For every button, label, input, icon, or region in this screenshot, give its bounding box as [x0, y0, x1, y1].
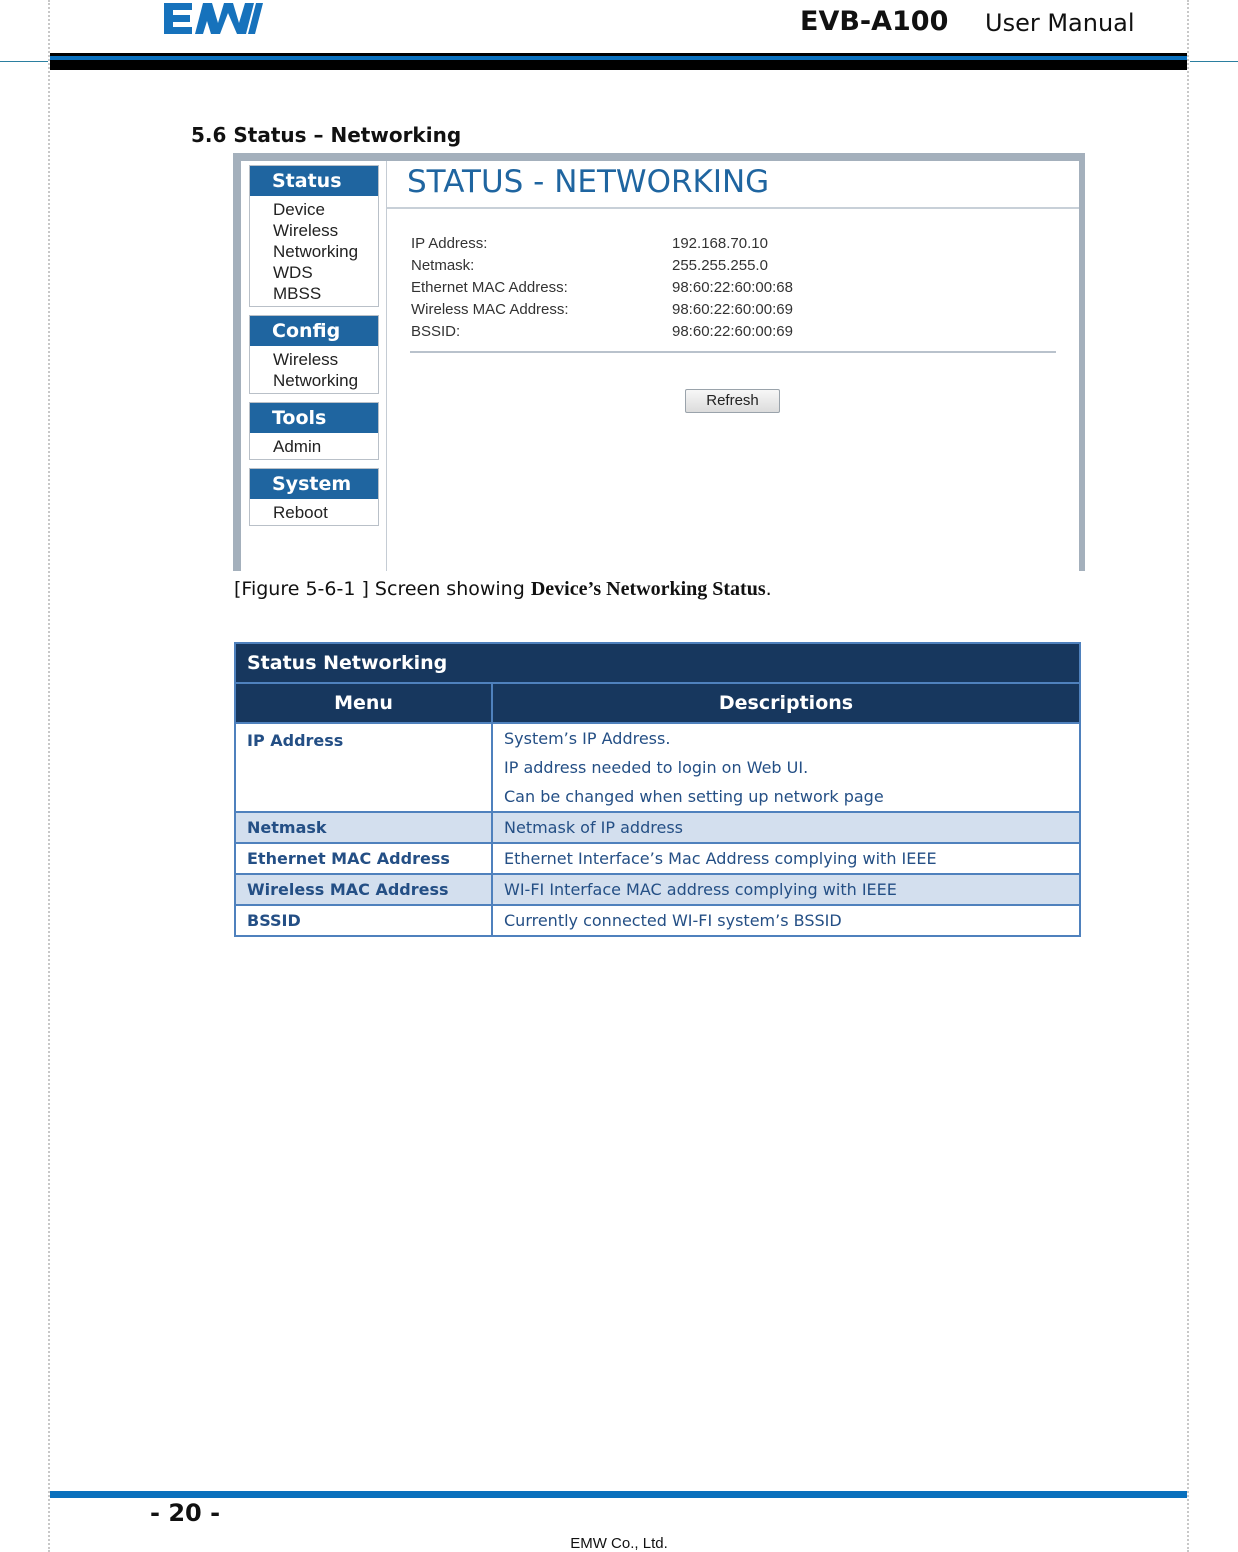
caption-emphasis: Device’s Networking Status: [530, 578, 766, 600]
page-number: - 20 -: [150, 1499, 221, 1527]
fields-divider: [410, 351, 1056, 353]
sidebar-item-config-networking[interactable]: Networking: [250, 370, 378, 391]
menu-cell: Netmask: [234, 811, 493, 844]
section-heading: 5.6 Status – Networking: [191, 123, 462, 147]
caption-prefix: [Figure 5-6-1 ] Screen showing: [234, 578, 531, 600]
table-row: Ethernet MAC Address Ethernet Interface’…: [234, 842, 1081, 875]
menu-cell: IP Address: [234, 722, 493, 813]
menu-group-tools: Tools Admin: [249, 402, 379, 460]
menu-heading[interactable]: Status: [250, 166, 378, 196]
table-row: BSSID Currently connected WI-FI system’s…: [234, 904, 1081, 937]
description-cell: WI-FI Interface MAC address complying wi…: [491, 873, 1081, 906]
networking-status-screenshot: Status Device Wireless Networking WDS MB…: [233, 153, 1085, 571]
description-cell: Currently connected WI-FI system’s BSSID: [491, 904, 1081, 937]
description-cell: Netmask of IP address: [491, 811, 1081, 844]
sidebar-nav: Status Device Wireless Networking WDS MB…: [241, 161, 387, 571]
description-line: IP address needed to login on Web UI.: [504, 758, 809, 777]
status-networking-table: Status Networking Menu Descriptions IP A…: [234, 642, 1081, 937]
field-label: Ethernet MAC Address:: [411, 279, 568, 296]
menu-heading[interactable]: Config: [250, 316, 378, 346]
sidebar-item-networking[interactable]: Networking: [250, 241, 378, 262]
document-type: User Manual: [985, 9, 1135, 37]
table-row: IP Address System’s IP Address. IP addre…: [234, 722, 1081, 813]
refresh-button[interactable]: Refresh: [685, 389, 780, 413]
menu-cell: BSSID: [234, 904, 493, 937]
field-label: BSSID:: [411, 323, 461, 340]
field-value: 192.168.70.10: [672, 235, 768, 252]
footer-rule: [50, 1491, 1187, 1498]
emw-logo: [164, 3, 263, 34]
margin-marker-right: [1190, 61, 1238, 62]
description-line: System’s IP Address.: [504, 729, 671, 748]
page-title: STATUS - NETWORKING: [407, 164, 770, 200]
margin-marker-left: [0, 61, 48, 62]
title-divider: [387, 207, 1079, 209]
field-label: Netmask:: [411, 257, 475, 274]
sidebar-item-device[interactable]: Device: [250, 199, 378, 220]
description-cell: System’s IP Address. IP address needed t…: [491, 722, 1081, 813]
table-row: Netmask Netmask of IP address: [234, 811, 1081, 844]
menu-cell: Ethernet MAC Address: [234, 842, 493, 875]
sidebar-item-config-wireless[interactable]: Wireless: [250, 349, 378, 370]
menu-heading[interactable]: Tools: [250, 403, 378, 433]
company-name: EMW Co., Ltd.: [570, 1535, 668, 1552]
caption-suffix: .: [765, 578, 772, 600]
field-value: 255.255.255.0: [672, 257, 768, 274]
product-name: EVB-A100: [800, 6, 949, 37]
page-margin-guide-right: [1187, 0, 1189, 1552]
sidebar-item-wireless[interactable]: Wireless: [250, 220, 378, 241]
table-row: Wireless MAC Address WI-FI Interface MAC…: [234, 873, 1081, 906]
column-header-descriptions: Descriptions: [491, 682, 1081, 724]
field-value: 98:60:22:60:00:69: [672, 301, 793, 318]
menu-heading[interactable]: System: [250, 469, 378, 499]
menu-group-status: Status Device Wireless Networking WDS MB…: [249, 165, 379, 307]
header-rule-bottom: [50, 60, 1187, 70]
field-value: 98:60:22:60:00:69: [672, 323, 793, 340]
figure-caption: [Figure 5-6-1 ] Screen showing Device’s …: [234, 578, 772, 601]
field-label: Wireless MAC Address:: [411, 301, 569, 318]
description-line: Can be changed when setting up network p…: [504, 787, 884, 806]
menu-group-config: Config Wireless Networking: [249, 315, 379, 394]
status-panel: STATUS - NETWORKING IP Address: 192.168.…: [387, 161, 1079, 571]
field-value: 98:60:22:60:00:68: [672, 279, 793, 296]
field-label: IP Address:: [411, 235, 488, 252]
sidebar-item-mbss[interactable]: MBSS: [250, 283, 378, 304]
description-cell: Ethernet Interface’s Mac Address complyi…: [491, 842, 1081, 875]
sidebar-item-reboot[interactable]: Reboot: [250, 502, 378, 523]
menu-cell: Wireless MAC Address: [234, 873, 493, 906]
column-header-menu: Menu: [234, 682, 493, 724]
page-margin-guide-left: [48, 0, 50, 1552]
sidebar-item-wds[interactable]: WDS: [250, 262, 378, 283]
menu-group-system: System Reboot: [249, 468, 379, 526]
table-title: Status Networking: [234, 642, 1081, 684]
sidebar-item-admin[interactable]: Admin: [250, 436, 378, 457]
